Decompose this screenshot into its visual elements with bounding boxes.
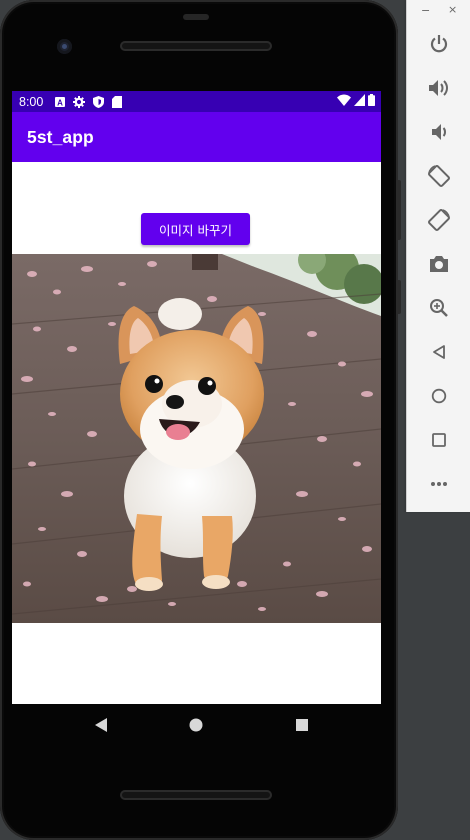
volume-rocker bbox=[396, 180, 401, 240]
status-bar: 8:00 A bbox=[12, 91, 381, 112]
status-system-icons bbox=[337, 94, 375, 106]
cell-signal-icon bbox=[354, 94, 365, 106]
gear-icon bbox=[73, 95, 86, 108]
earpiece bbox=[183, 14, 209, 20]
power-button[interactable] bbox=[423, 28, 455, 60]
home-button[interactable] bbox=[423, 380, 455, 412]
zoom-icon bbox=[430, 299, 448, 317]
overview-icon bbox=[432, 433, 446, 447]
front-camera bbox=[57, 39, 72, 54]
back-button[interactable] bbox=[423, 336, 455, 368]
rotate-right-icon bbox=[428, 209, 450, 231]
home-icon bbox=[431, 388, 447, 404]
emulator-toolbar: − × bbox=[406, 0, 470, 512]
volume-up-button[interactable] bbox=[423, 72, 455, 104]
shield-icon bbox=[93, 95, 105, 108]
phone-frame: 8:00 A 5st_app 이미지 바꾸기 bbox=[0, 0, 401, 840]
back-icon bbox=[433, 345, 445, 359]
overview-button[interactable] bbox=[423, 424, 455, 456]
app-bar: 5st_app bbox=[12, 112, 381, 162]
window-controls: − × bbox=[407, 3, 470, 20]
recents-icon[interactable] bbox=[296, 719, 308, 731]
camera-icon bbox=[430, 256, 448, 272]
wifi-icon bbox=[337, 94, 351, 106]
battery-icon bbox=[368, 94, 375, 106]
notification-a-icon: A bbox=[55, 96, 66, 107]
bottom-speaker bbox=[120, 790, 272, 800]
rotate-left-icon bbox=[428, 165, 450, 187]
volume-down-button[interactable] bbox=[423, 116, 455, 148]
power-key bbox=[396, 280, 401, 314]
status-notification-icons: A bbox=[55, 95, 123, 108]
sd-card-icon bbox=[112, 95, 123, 108]
top-speaker bbox=[120, 41, 272, 51]
volume-up-icon bbox=[429, 80, 448, 96]
svg-text:A: A bbox=[57, 98, 63, 107]
more-icon bbox=[431, 482, 447, 486]
screenshot-button[interactable] bbox=[423, 248, 455, 280]
dog-photo bbox=[12, 254, 381, 623]
change-image-button[interactable]: 이미지 바꾸기 bbox=[141, 213, 250, 245]
power-icon bbox=[430, 35, 448, 53]
rotate-left-button[interactable] bbox=[423, 160, 455, 192]
volume-down-icon bbox=[432, 124, 446, 140]
device-screen: 8:00 A 5st_app 이미지 바꾸기 bbox=[12, 91, 381, 704]
home-icon[interactable] bbox=[189, 718, 203, 732]
status-time: 8:00 bbox=[19, 94, 44, 109]
more-button[interactable] bbox=[423, 468, 455, 500]
app-title: 5st_app bbox=[27, 126, 94, 147]
system-nav-bar bbox=[12, 704, 381, 748]
minimize-button[interactable]: − bbox=[421, 4, 430, 17]
close-button[interactable]: × bbox=[448, 3, 457, 16]
zoom-button[interactable] bbox=[423, 292, 455, 324]
rotate-right-button[interactable] bbox=[423, 204, 455, 236]
